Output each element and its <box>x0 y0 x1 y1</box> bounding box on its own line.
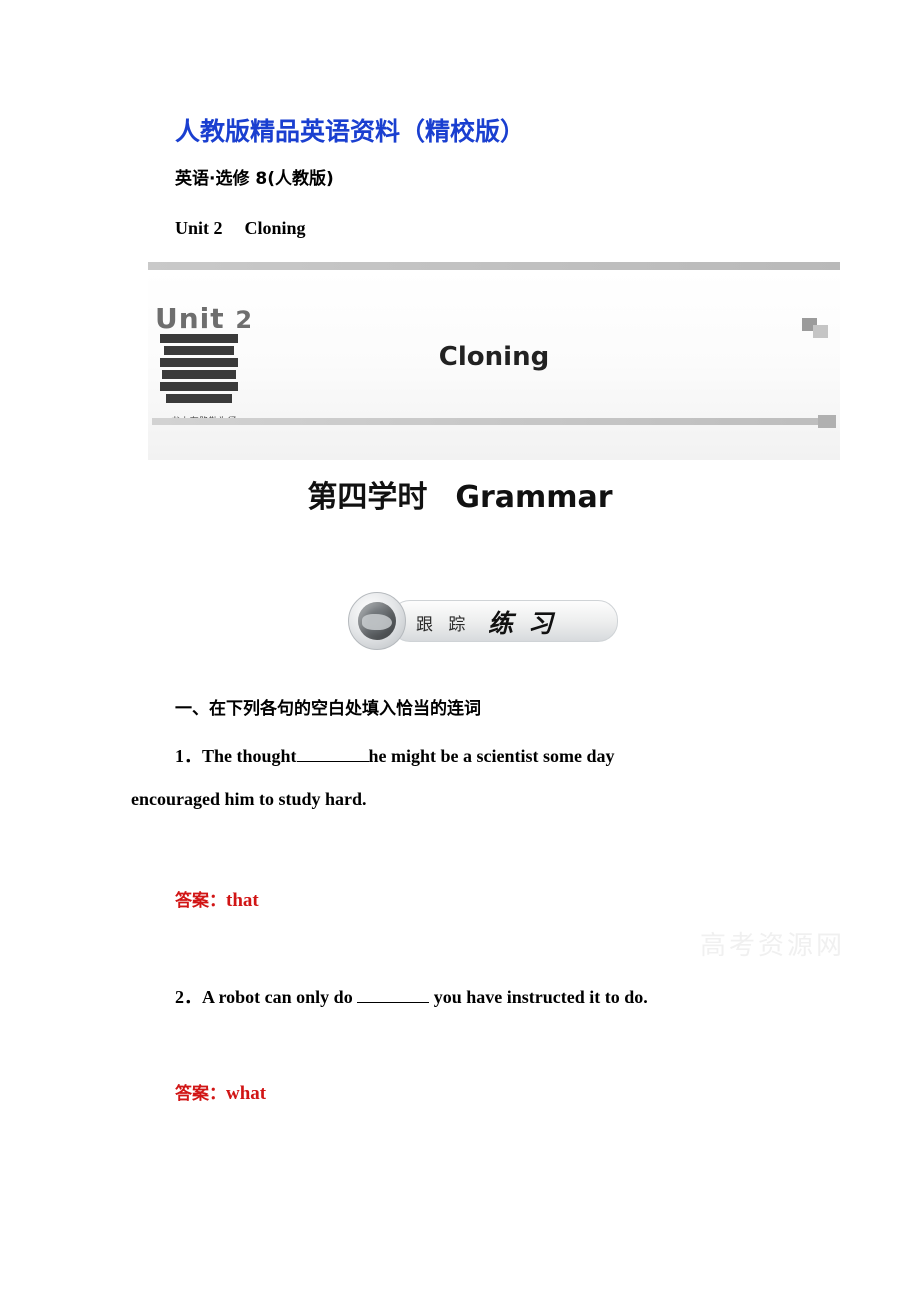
practice-badge: 跟 踪 练 习 <box>340 592 640 650</box>
question-2-text-b: you have instructed it to do. <box>433 987 648 1007</box>
banner-unit-number: 2 <box>235 306 254 334</box>
answer-1-label: 答案： <box>175 891 226 911</box>
question-1-text-b: he might be a scientist some day <box>368 746 615 766</box>
practice-badge-label-main: 练 习 <box>488 609 556 638</box>
unit-line: Unit 2 Cloning <box>175 218 306 239</box>
banner-unit-word: Unit <box>155 302 225 335</box>
question-1-text-a: The thought <box>202 746 297 766</box>
banner-unit-label: Unit 2 <box>155 302 253 335</box>
banner-top-bar <box>148 262 840 270</box>
answer-2: 答案：what <box>175 1079 266 1105</box>
question-2-number: 2． <box>175 987 202 1007</box>
banner-divider-cap <box>818 415 836 428</box>
banner-body: Unit 2 书山有路勤为径 Cloning <box>148 270 840 460</box>
banner-title: Cloning <box>438 342 550 372</box>
question-1-number: 1． <box>175 746 202 766</box>
unit-banner: Unit 2 书山有路勤为径 Cloning <box>148 262 840 460</box>
subject-line: 英语·选修 8(人教版) <box>175 169 334 189</box>
answer-blank-2[interactable] <box>357 1002 430 1003</box>
document-title: 人教版精品英语资料（精校版） <box>175 112 525 148</box>
globe-icon <box>348 592 406 650</box>
document-title-main: 人教版精品英语资料 <box>175 117 401 146</box>
answer-1-value: that <box>226 890 259 911</box>
question-1-line-2: encouraged him to study hard. <box>131 789 367 809</box>
section-period: 第四学时 <box>307 480 428 515</box>
banner-divider <box>152 418 836 425</box>
question-1-line-1: 1．The thought he might be a scientist som… <box>175 742 790 768</box>
answer-1: 答案：that <box>175 886 259 912</box>
unit-label: Unit 2 <box>175 218 223 238</box>
question-2-text-a: A robot can only do <box>202 987 353 1007</box>
answer-2-label: 答案： <box>175 1084 226 1104</box>
squares-icon <box>802 318 828 338</box>
answer-2-value: what <box>226 1083 267 1104</box>
exercise-heading: 一、在下列各句的空白处填入恰当的连词 <box>175 699 481 719</box>
answer-blank-1[interactable] <box>296 761 369 762</box>
unit-name: Cloning <box>244 218 306 238</box>
watermark: 高考资源网 <box>700 931 846 961</box>
question-2-line: 2．A robot can only do you have instructe… <box>175 983 648 1009</box>
document-title-suffix: （精校版） <box>400 117 526 146</box>
section-heading: 第四学时 Grammar <box>0 472 920 516</box>
section-name: Grammar <box>455 480 613 515</box>
practice-badge-label-cn: 跟 踪 <box>416 615 471 635</box>
